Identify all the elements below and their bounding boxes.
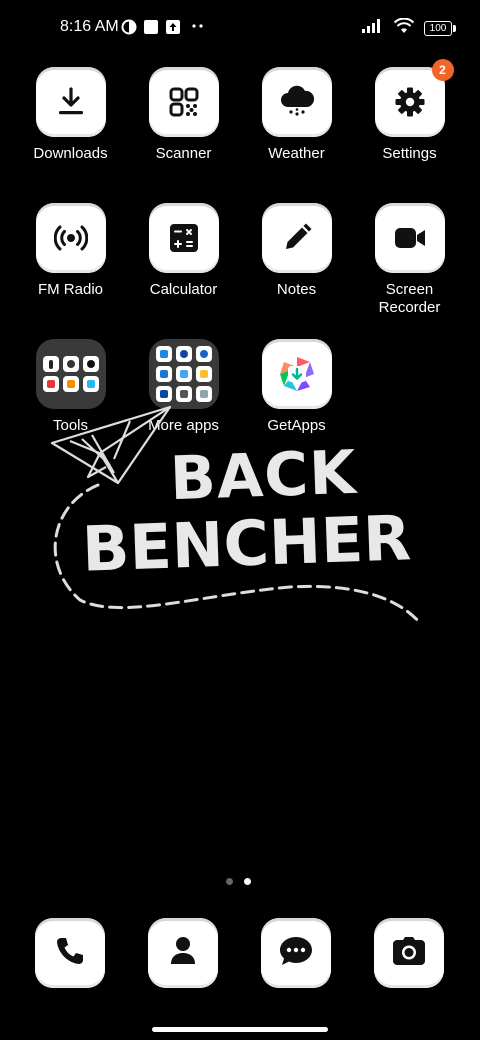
cloud-rain-icon[interactable] bbox=[261, 67, 332, 137]
app-fm-radio[interactable]: FM Radio bbox=[14, 203, 127, 299]
calculator-icon[interactable] bbox=[148, 203, 219, 273]
app-label: Notes bbox=[276, 281, 317, 298]
mini-app-icon bbox=[42, 376, 59, 392]
contacts-icon bbox=[168, 935, 198, 972]
mini-app-icon bbox=[155, 366, 172, 382]
status-bar: 8:16 AM 100 bbox=[0, 0, 480, 56]
mini-app-icon bbox=[155, 346, 172, 362]
data-saver-icon bbox=[121, 19, 137, 40]
pencil-icon[interactable] bbox=[261, 203, 332, 273]
wallpaper-art: BACK BENCHER bbox=[40, 395, 450, 635]
app-settings[interactable]: 2 Settings bbox=[353, 59, 466, 163]
page-dot-active bbox=[244, 878, 251, 885]
wifi-icon bbox=[393, 17, 415, 39]
mini-app-icon bbox=[42, 356, 59, 372]
dock-camera[interactable] bbox=[374, 918, 444, 988]
mini-app-icon bbox=[62, 376, 79, 392]
phone-icon bbox=[54, 935, 86, 972]
mini-app-icon bbox=[82, 356, 99, 372]
page-indicator bbox=[226, 878, 251, 885]
signal-icon bbox=[362, 19, 384, 38]
app-label: Calculator bbox=[149, 281, 218, 298]
wallpaper-text-back: BACK bbox=[168, 437, 358, 515]
battery-icon: 100 bbox=[424, 21, 456, 36]
mini-app-icon bbox=[82, 376, 99, 392]
mini-app-icon bbox=[195, 366, 212, 382]
app-calculator[interactable]: Calculator bbox=[127, 203, 240, 299]
gallery-notification-icon bbox=[143, 19, 159, 40]
mini-app-icon bbox=[175, 366, 192, 382]
messages-icon bbox=[278, 934, 314, 973]
app-label: FM Radio bbox=[37, 281, 104, 298]
dock-messages[interactable] bbox=[261, 918, 331, 988]
qr-scanner-icon[interactable] bbox=[148, 67, 219, 137]
radio-broadcast-icon[interactable] bbox=[35, 203, 106, 273]
home-indicator[interactable] bbox=[152, 1027, 328, 1032]
app-downloads[interactable]: Downloads bbox=[14, 67, 127, 163]
video-camera-icon[interactable] bbox=[374, 203, 445, 273]
camera-icon bbox=[392, 936, 426, 971]
download-icon[interactable] bbox=[35, 67, 106, 137]
dock-phone[interactable] bbox=[35, 918, 105, 988]
notification-badge: 2 bbox=[431, 59, 454, 81]
wallpaper-text-bencher: BENCHER bbox=[80, 501, 413, 586]
app-label: Screen Recorder bbox=[378, 281, 441, 316]
app-label: Weather bbox=[268, 145, 325, 162]
dock-contacts[interactable] bbox=[148, 918, 218, 988]
mini-app-icon bbox=[62, 356, 79, 372]
page-dot bbox=[226, 878, 233, 885]
mini-app-icon bbox=[195, 346, 212, 362]
app-screen-recorder[interactable]: Screen Recorder bbox=[353, 203, 466, 317]
mini-app-icon bbox=[175, 346, 192, 362]
more-notifications-icon bbox=[191, 17, 205, 38]
app-label: Downloads bbox=[33, 145, 108, 162]
app-label: Settings bbox=[382, 145, 437, 162]
app-label: Scanner bbox=[155, 145, 212, 162]
app-weather[interactable]: Weather bbox=[240, 67, 353, 163]
app-scanner[interactable]: Scanner bbox=[127, 67, 240, 163]
upload-notification-icon bbox=[165, 19, 181, 40]
app-notes[interactable]: Notes bbox=[240, 203, 353, 299]
status-time: 8:16 AM bbox=[60, 18, 119, 35]
gear-icon[interactable]: 2 bbox=[374, 59, 454, 137]
